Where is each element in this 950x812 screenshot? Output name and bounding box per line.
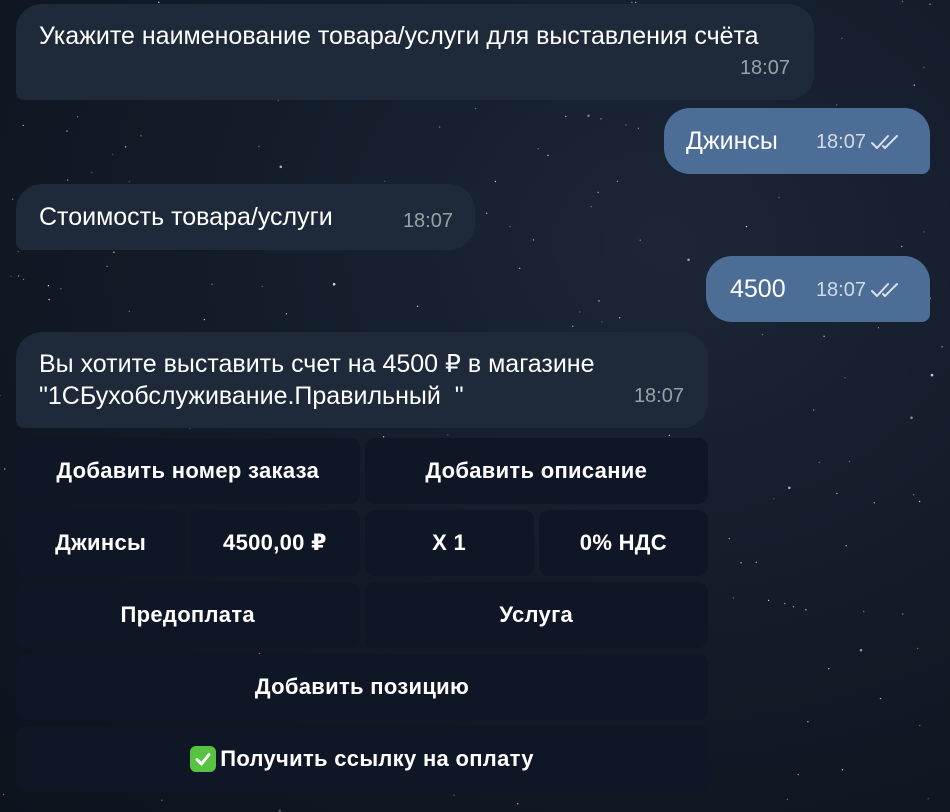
message-time: 18:07 <box>633 385 684 407</box>
chat-area: Укажите наименование товара/услуги для в… <box>0 0 950 812</box>
inline-keyboard-row: Предоплата Услуга <box>16 582 708 648</box>
message-time: 18:07 <box>402 210 453 232</box>
message-time: 18:07 <box>815 279 866 301</box>
add-position-button[interactable]: Добавить позицию <box>16 654 708 720</box>
double-check-icon <box>871 283 898 297</box>
inline-keyboard-row: Джинсы 4500,00 ₽ Х 1 0% НДС <box>16 510 708 576</box>
message-text: 4500 <box>730 275 786 303</box>
message-text: Стоимость товара/услуги <box>39 203 333 231</box>
outgoing-message-bubble: 4500 18:07 <box>706 256 930 322</box>
message-text: Вы хотите выставить счет на 4500 ₽ в маг… <box>39 350 595 410</box>
add-description-button[interactable]: Добавить описание <box>364 438 708 504</box>
inline-keyboard-row: Добавить номер заказа Добавить описание <box>16 438 708 504</box>
item-quantity-button[interactable]: Х 1 <box>364 510 534 576</box>
outgoing-message-bubble: Джинсы 18:07 <box>664 108 930 174</box>
incoming-message-bubble: Стоимость товара/услуги 18:07 <box>16 184 475 250</box>
message-text: Укажите наименование товара/услуги для в… <box>39 22 759 50</box>
inline-keyboard-row: Получить ссылку на оплату <box>16 726 708 792</box>
get-payment-link-button[interactable]: Получить ссылку на оплату <box>16 726 708 792</box>
prepayment-button[interactable]: Предоплата <box>16 582 360 648</box>
message-time: 18:07 <box>739 57 790 79</box>
double-check-icon <box>871 135 898 149</box>
get-payment-link-label: Получить ссылку на оплату <box>220 746 534 771</box>
add-order-number-button[interactable]: Добавить номер заказа <box>16 438 360 504</box>
incoming-message-bubble: Вы хотите выставить счет на 4500 ₽ в маг… <box>16 332 708 428</box>
item-price-button[interactable]: 4500,00 ₽ <box>190 510 360 576</box>
inline-keyboard-row: Добавить позицию <box>16 654 708 720</box>
message-time: 18:07 <box>815 131 866 153</box>
item-name-button[interactable]: Джинсы <box>16 510 186 576</box>
service-button[interactable]: Услуга <box>364 582 708 648</box>
message-text: Джинсы <box>686 127 778 155</box>
incoming-message-bubble: Укажите наименование товара/услуги для в… <box>16 4 814 100</box>
check-mark-icon <box>190 746 217 772</box>
vat-button[interactable]: 0% НДС <box>538 510 708 576</box>
